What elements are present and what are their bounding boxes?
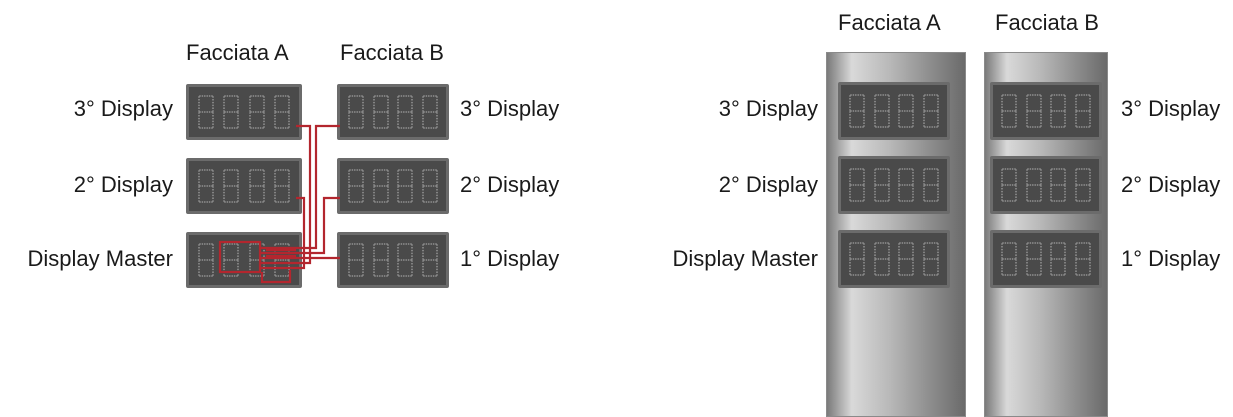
right-face-a-display-3: [838, 82, 950, 140]
digit-8-glyph: [898, 242, 915, 276]
digit-8-glyph: [873, 94, 890, 128]
right-face-b-display-2: [990, 156, 1102, 214]
digit-8-glyph: [849, 242, 866, 276]
right-face-a-display-master: [838, 230, 950, 288]
digit-8-glyph: [849, 168, 866, 202]
right-face-b-label-1: 1° Display: [1121, 246, 1221, 271]
wire-to-b3: [260, 124, 340, 250]
digit-8-glyph: [1025, 94, 1042, 128]
digit-8-glyph: [849, 94, 866, 128]
digit-8-glyph: [1050, 168, 1067, 202]
digit-8-glyph: [1074, 94, 1091, 128]
wire-to-b2: [260, 196, 340, 255]
right-face-a-label-3: 3° Display: [718, 96, 818, 121]
right-face-b-label-2: 2° Display: [1121, 172, 1221, 197]
digit-8-glyph: [898, 94, 915, 128]
digit-8-glyph: [922, 168, 939, 202]
right-face-a-label-master: Display Master: [672, 246, 818, 271]
right-face-a-title: Facciata A: [838, 10, 941, 35]
wire-to-a3: [260, 124, 312, 265]
digit-8-glyph: [1001, 94, 1018, 128]
digit-8-glyph: [1050, 94, 1067, 128]
digit-8-glyph: [1001, 168, 1018, 202]
digit-8-glyph: [922, 242, 939, 276]
digit-8-glyph: [1050, 242, 1067, 276]
digit-8-glyph: [1074, 168, 1091, 202]
digit-8-glyph: [898, 168, 915, 202]
right-face-b-display-1: [990, 230, 1102, 288]
right-face-b-label-3: 3° Display: [1121, 96, 1221, 121]
right-face-b-title: Facciata B: [995, 10, 1099, 35]
digit-8-glyph: [873, 168, 890, 202]
wire-loop: [260, 270, 292, 284]
digit-8-glyph: [1001, 242, 1018, 276]
right-face-b-display-3: [990, 82, 1102, 140]
right-face-a-display-2: [838, 156, 950, 214]
right-face-a-label-2: 2° Display: [718, 172, 818, 197]
digit-8-glyph: [873, 242, 890, 276]
digit-8-glyph: [922, 94, 939, 128]
digit-8-glyph: [1025, 242, 1042, 276]
digit-8-glyph: [1025, 168, 1042, 202]
digit-8-glyph: [1074, 242, 1091, 276]
wiring-master-box: [218, 240, 262, 274]
